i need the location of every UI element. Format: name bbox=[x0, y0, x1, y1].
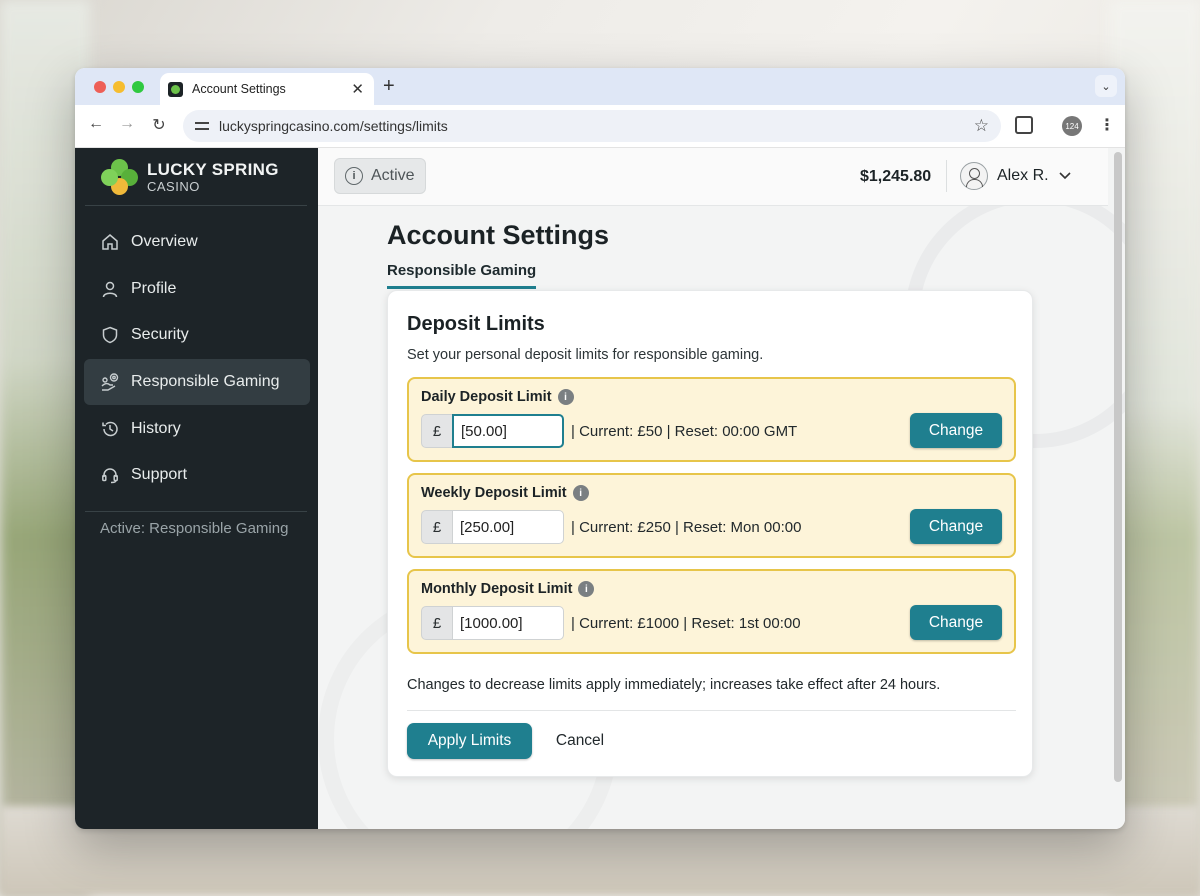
top-header: i Active $1,245.80 Alex R. bbox=[318, 148, 1108, 206]
sidebar-divider bbox=[85, 205, 307, 206]
weekly-limit-label: Weekly Deposit Limit bbox=[421, 485, 567, 501]
weekly-limit-box: Weekly Deposit Limit i £ | Current: £250… bbox=[407, 473, 1016, 558]
tab-close-icon[interactable]: ✕ bbox=[351, 80, 364, 98]
sidebar-nav: Overview Profile Security Responsible Ga… bbox=[84, 219, 310, 499]
status-label: Active bbox=[371, 167, 415, 184]
chevron-down-icon bbox=[1059, 169, 1071, 183]
site-favicon-icon bbox=[168, 81, 183, 97]
sidebar-item-label: Responsible Gaming bbox=[131, 373, 280, 391]
daily-limit-input[interactable] bbox=[452, 414, 564, 448]
minimize-window-button[interactable] bbox=[113, 81, 125, 93]
page-title: Account Settings bbox=[387, 220, 610, 250]
maximize-window-button[interactable] bbox=[132, 81, 144, 93]
info-icon[interactable]: i bbox=[557, 389, 574, 405]
currency-symbol: £ bbox=[421, 414, 453, 448]
sidebar-item-support[interactable]: Support bbox=[84, 452, 310, 499]
card-divider bbox=[407, 710, 1016, 711]
apply-limits-button[interactable]: Apply Limits bbox=[407, 723, 532, 759]
sidebar-item-label: History bbox=[131, 419, 181, 437]
sidebar-item-responsible-gaming[interactable]: Responsible Gaming bbox=[84, 358, 310, 406]
sidebar-item-overview[interactable]: Overview bbox=[84, 219, 310, 266]
sidebar-item-label: Overview bbox=[131, 233, 198, 251]
weekly-limit-info: | Current: £250 | Reset: Mon 00:00 bbox=[571, 519, 802, 536]
account-balance: $1,245.80 bbox=[860, 168, 932, 185]
daily-limit-box: Daily Deposit Limit i £ | Current: £50 |… bbox=[407, 377, 1016, 462]
header-divider bbox=[946, 160, 947, 192]
tab-search-chevron-icon[interactable]: ⌄ bbox=[1095, 75, 1117, 97]
info-icon[interactable]: i bbox=[572, 485, 589, 501]
site-settings-icon[interactable] bbox=[195, 120, 209, 132]
responsible-gaming-icon bbox=[100, 372, 120, 392]
browser-menu-icon[interactable]: ⋮ bbox=[1099, 115, 1115, 135]
clover-logo-icon bbox=[101, 158, 139, 196]
user-name: Alex R. bbox=[997, 167, 1049, 184]
forward-arrow-icon[interactable]: → bbox=[117, 115, 137, 133]
avatar bbox=[960, 162, 988, 190]
weekly-change-button[interactable]: Change bbox=[910, 509, 1002, 544]
deposit-limits-card: Deposit Limits Set your personal deposit… bbox=[387, 290, 1033, 777]
extensions-icon[interactable] bbox=[1015, 116, 1033, 134]
info-icon[interactable]: i bbox=[578, 581, 595, 597]
monthly-limit-label: Monthly Deposit Limit bbox=[421, 581, 573, 597]
app: LUCKY SPRING CASINO Overview Profile Sec… bbox=[75, 148, 1125, 829]
brand-logo[interactable]: LUCKY SPRING CASINO bbox=[101, 158, 279, 196]
tab-responsible-gaming[interactable]: Responsible Gaming bbox=[387, 262, 537, 289]
weekly-limit-input[interactable] bbox=[452, 510, 564, 544]
monthly-limit-input[interactable] bbox=[452, 606, 564, 640]
sidebar-divider bbox=[85, 511, 307, 512]
headset-icon bbox=[100, 465, 120, 485]
sidebar-item-label: Security bbox=[131, 326, 189, 344]
sidebar-item-label: Profile bbox=[131, 279, 177, 297]
brand-subname: CASINO bbox=[147, 179, 200, 194]
back-arrow-icon[interactable]: ← bbox=[86, 115, 106, 133]
info-icon: i bbox=[345, 167, 363, 185]
daily-limit-label: Daily Deposit Limit bbox=[421, 389, 552, 405]
shield-icon bbox=[100, 325, 120, 345]
url-text: luckyspringcasino.com/settings/limits bbox=[219, 118, 448, 134]
sidebar: LUCKY SPRING CASINO Overview Profile Sec… bbox=[75, 148, 318, 829]
sidebar-item-label: Support bbox=[131, 466, 188, 484]
home-icon bbox=[100, 232, 120, 252]
cancel-button[interactable]: Cancel bbox=[546, 723, 614, 759]
daily-change-button[interactable]: Change bbox=[910, 413, 1002, 448]
profile-badge[interactable]: 124 bbox=[1062, 116, 1082, 136]
user-menu[interactable]: Alex R. bbox=[960, 162, 1071, 190]
main-content: i Active $1,245.80 Alex R. Account Setti… bbox=[318, 148, 1125, 829]
daily-limit-info: | Current: £50 | Reset: 00:00 GMT bbox=[571, 423, 798, 440]
user-icon bbox=[100, 279, 120, 299]
status-badge[interactable]: i Active bbox=[334, 158, 426, 194]
monthly-limit-box: Monthly Deposit Limit i £ | Current: £10… bbox=[407, 569, 1016, 654]
monthly-change-button[interactable]: Change bbox=[910, 605, 1002, 640]
card-description: Set your personal deposit limits for res… bbox=[407, 347, 764, 363]
browser-tab[interactable]: Account Settings ✕ bbox=[160, 73, 374, 105]
sidebar-item-history[interactable]: History bbox=[84, 405, 310, 452]
card-title: Deposit Limits bbox=[407, 313, 545, 335]
currency-symbol: £ bbox=[421, 510, 453, 544]
currency-symbol: £ bbox=[421, 606, 453, 640]
brand-name: LUCKY SPRING bbox=[147, 160, 279, 179]
new-tab-button[interactable]: + bbox=[383, 75, 395, 98]
tab-title: Account Settings bbox=[192, 82, 286, 96]
sidebar-item-profile[interactable]: Profile bbox=[84, 266, 310, 313]
sidebar-item-security[interactable]: Security bbox=[84, 312, 310, 359]
browser-titlebar: Account Settings ✕ + ⌄ bbox=[75, 68, 1125, 105]
page-scrollbar[interactable] bbox=[1114, 152, 1122, 782]
close-window-button[interactable] bbox=[94, 81, 106, 93]
history-icon bbox=[100, 419, 120, 439]
limits-note: Changes to decrease limits apply immedia… bbox=[407, 677, 941, 693]
monthly-limit-info: | Current: £1000 | Reset: 1st 00:00 bbox=[571, 615, 801, 632]
address-bar[interactable]: luckyspringcasino.com/settings/limits ☆ bbox=[183, 110, 1001, 142]
browser-window: Account Settings ✕ + ⌄ ← → ↻ luckyspring… bbox=[75, 68, 1125, 829]
browser-toolbar: ← → ↻ luckyspringcasino.com/settings/lim… bbox=[75, 105, 1125, 148]
sidebar-status-text: Active: Responsible Gaming bbox=[100, 520, 289, 537]
reload-icon[interactable]: ↻ bbox=[149, 115, 169, 135]
bookmark-star-icon[interactable]: ☆ bbox=[974, 116, 989, 136]
